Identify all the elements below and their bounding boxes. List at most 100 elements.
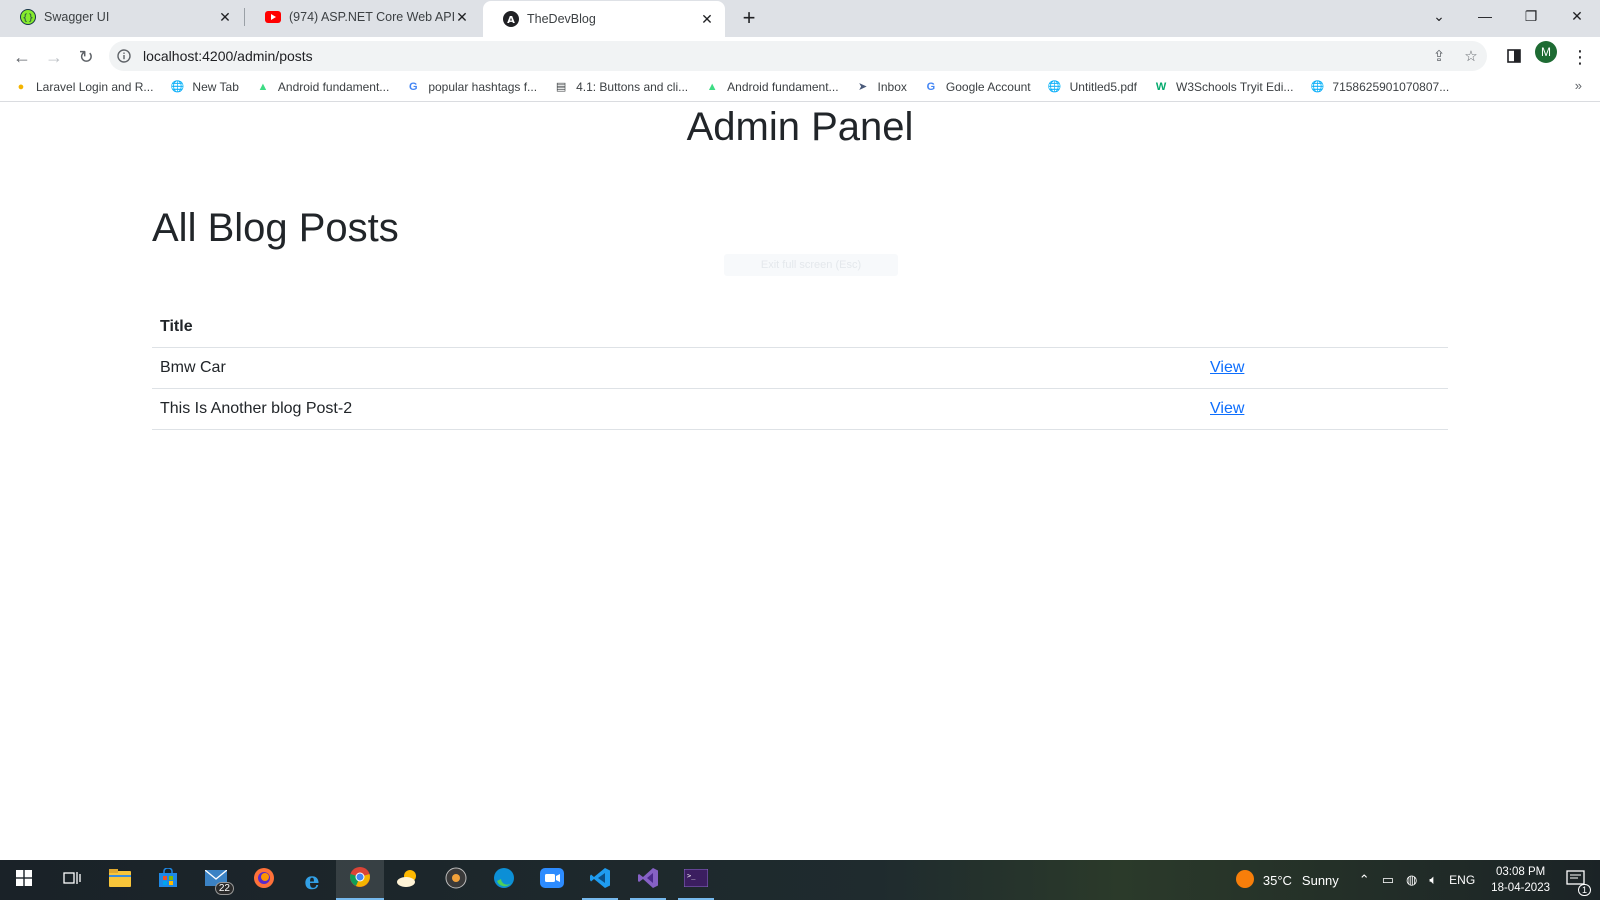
laravel-icon: ●	[17, 80, 25, 93]
posts-table: Title Bmw Car View This Is Another blog …	[152, 307, 1448, 430]
tab-thedevblog[interactable]: A TheDevBlog ✕	[483, 1, 725, 37]
chevron-up-icon[interactable]: ⌃	[1359, 872, 1370, 888]
start-button[interactable]	[0, 860, 48, 900]
weather-condition: Sunny	[1301, 872, 1339, 888]
tab-youtube[interactable]: (974) ASP.NET Core Web API Cru ✕	[245, 0, 480, 33]
zoom-button[interactable]	[528, 860, 576, 900]
forward-button[interactable]: →	[40, 43, 68, 71]
chrome-icon	[349, 866, 371, 893]
side-panel-button[interactable]	[1500, 43, 1528, 71]
bookmark-item[interactable]: ▲ Android fundament...	[705, 80, 839, 94]
bookmark-item[interactable]: 🌐 7158625901070807...	[1310, 79, 1450, 94]
terminal-button[interactable]: >_	[672, 860, 720, 900]
language-indicator[interactable]: ENG	[1449, 873, 1475, 887]
store-button[interactable]	[144, 860, 192, 900]
bookmark-item[interactable]: 🌐 New Tab	[170, 80, 239, 94]
bookmark-item[interactable]: ▲ Android fundament...	[256, 80, 389, 94]
store-icon	[158, 866, 178, 893]
view-link[interactable]: View	[1210, 359, 1244, 376]
section-title: All Blog Posts	[152, 206, 399, 250]
bookmark-item[interactable]: ▤ 4.1: Buttons and cli...	[554, 80, 688, 94]
back-button[interactable]: ←	[8, 43, 36, 71]
network-icon[interactable]: ◍	[1406, 872, 1417, 888]
restore-button[interactable]: ❐	[1508, 0, 1554, 32]
bookmark-label: Google Account	[945, 79, 1031, 94]
media-app-button[interactable]	[432, 860, 480, 900]
bookmark-label: Android fundament...	[277, 79, 390, 94]
menu-button[interactable]: ⋮	[1566, 43, 1594, 71]
firefox-button[interactable]	[240, 860, 288, 900]
browser-toolbar: ← → ↻ localhost:4200/admin/posts ⇪ ☆ ⋮	[0, 37, 1600, 77]
mail-button[interactable]: 22	[192, 860, 240, 900]
svg-text:>_: >_	[687, 872, 696, 880]
share-icon[interactable]: ⇪	[1423, 47, 1455, 65]
notification-center-button[interactable]: 1	[1566, 869, 1591, 896]
bookmark-label: 7158625901070807...	[1332, 79, 1450, 94]
column-header-title: Title	[152, 307, 1202, 348]
close-icon[interactable]: ✕	[217, 9, 233, 25]
file-explorer-button[interactable]	[96, 860, 144, 900]
reload-button[interactable]: ↻	[72, 43, 100, 71]
bookmark-label: popular hashtags f...	[428, 79, 538, 94]
weather-temp: 35°C	[1262, 872, 1292, 888]
system-tray: 35°C Sunny ⌃ ▭ ◍ 🔈︎ ENG 03:08 PM 18-04-2…	[1229, 860, 1600, 900]
video-camera-icon	[540, 867, 564, 893]
internet-explorer-button[interactable]: e	[288, 860, 336, 900]
android-icon: ▲	[257, 80, 269, 93]
fullscreen-hint: Exit full screen (Esc)	[724, 254, 898, 276]
bookmark-label: W3Schools Tryit Edi...	[1176, 79, 1294, 94]
bookmark-label: 4.1: Buttons and cli...	[576, 79, 689, 94]
bookmark-item[interactable]: G Google Account	[924, 80, 1031, 94]
close-window-button[interactable]: ✕	[1554, 0, 1600, 32]
sun-icon	[1235, 869, 1255, 892]
bookmark-item[interactable]: ● Laravel Login and R...	[14, 79, 154, 94]
angular-icon: A	[503, 11, 519, 27]
google-icon: G	[409, 80, 418, 93]
bookmark-item[interactable]: W W3Schools Tryit Edi...	[1154, 79, 1294, 94]
page-header: Admin Panel	[686, 105, 914, 149]
star-icon[interactable]: ☆	[1455, 47, 1487, 65]
firefox-icon	[253, 867, 275, 894]
visual-studio-icon	[637, 867, 659, 894]
tab-swagger[interactable]: {} Swagger UI ✕	[0, 0, 243, 33]
arrow-right-icon: →	[45, 46, 63, 67]
post-title: This Is Another blog Post-2	[152, 388, 1202, 430]
chevron-down-icon: ⌄	[1433, 7, 1445, 24]
bookmark-item[interactable]: Gpopular hashtags f...	[406, 80, 537, 94]
close-icon[interactable]: ✕	[699, 11, 715, 27]
svg-text:A: A	[507, 15, 515, 26]
url-text[interactable]: localhost:4200/admin/posts	[139, 48, 1423, 64]
view-link[interactable]: View	[1210, 400, 1244, 417]
disc-icon	[445, 867, 467, 894]
inbox-icon: ➤	[857, 81, 868, 93]
action-cell: View	[1202, 388, 1448, 430]
info-icon[interactable]	[109, 49, 139, 63]
cloud-sun-icon	[396, 868, 420, 893]
minimize-button[interactable]: —	[1462, 0, 1508, 32]
bookmark-item[interactable]: 🌐 Untitled5.pdf	[1048, 80, 1137, 94]
arrow-left-icon: ←	[13, 46, 31, 67]
mail-badge: 22	[214, 882, 234, 895]
task-view-button[interactable]	[48, 860, 96, 900]
weather-app-button[interactable]	[384, 860, 432, 900]
more-bookmarks-icon[interactable]: »	[1575, 78, 1582, 93]
new-tab-button[interactable]: +	[735, 4, 763, 32]
bookmark-label: Laravel Login and R...	[36, 79, 154, 94]
close-icon[interactable]: ✕	[454, 9, 470, 25]
globe-icon: 🌐	[1047, 81, 1062, 93]
edge-button[interactable]	[480, 860, 528, 900]
battery-icon[interactable]: ▭	[1382, 872, 1394, 888]
volume-icon[interactable]: 🔈︎	[1429, 872, 1437, 888]
table-row: Bmw Car View	[152, 347, 1448, 389]
tab-search-button[interactable]: ⌄	[1416, 0, 1462, 32]
address-bar[interactable]: localhost:4200/admin/posts ⇪ ☆	[109, 41, 1487, 71]
vscode-icon	[589, 867, 611, 894]
bookmark-item[interactable]: ➤ Inbox	[856, 80, 907, 94]
weather-widget[interactable]: 35°C Sunny	[1235, 869, 1339, 892]
clock[interactable]: 03:08 PM 18-04-2023	[1491, 864, 1550, 896]
book-icon: ▤	[555, 81, 567, 93]
vscode-button[interactable]	[576, 860, 624, 900]
profile-avatar[interactable]: M	[1535, 41, 1557, 63]
chrome-button[interactable]	[336, 860, 384, 900]
visual-studio-button[interactable]	[624, 860, 672, 900]
